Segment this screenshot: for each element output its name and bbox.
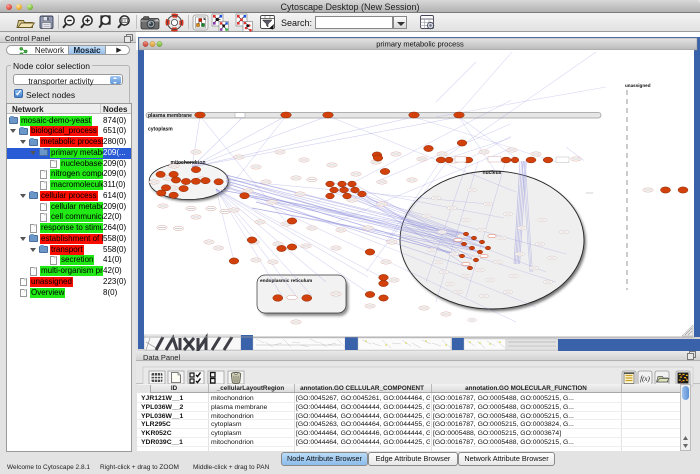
svg-text:primary metabolic process: primary metabolic process (376, 40, 464, 49)
svg-text:f(x): f(x) (640, 375, 650, 383)
svg-text:plasma membrane: plasma membrane (148, 113, 192, 119)
svg-text:nucleus: nucleus (483, 170, 502, 176)
svg-text:unassigned: unassigned (625, 83, 651, 88)
svg-text:cytoplasm: cytoplasm (148, 127, 173, 133)
